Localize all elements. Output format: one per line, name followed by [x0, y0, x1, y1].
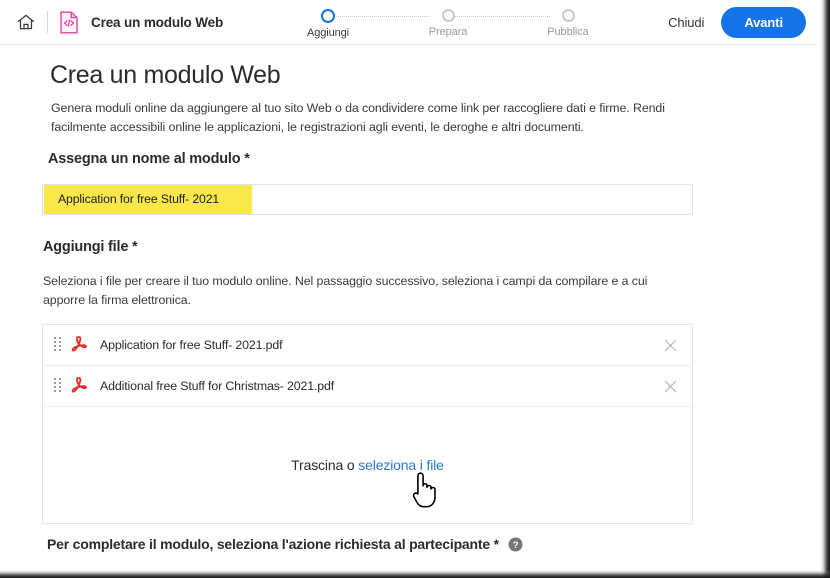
home-button[interactable] — [9, 5, 43, 39]
header-actions: Chiudi Avanti — [668, 0, 806, 45]
window-frame-right — [820, 0, 830, 578]
file-dropzone[interactable]: Trascina o seleziona i file — [43, 407, 692, 523]
file-list-item[interactable]: Application for free Stuff- 2021.pdf — [43, 325, 692, 366]
page-description: Genera moduli online da aggiungere al tu… — [51, 101, 665, 134]
pdf-icon — [70, 335, 88, 355]
add-files-description: Seleziona i file per creare il tuo modul… — [43, 274, 648, 307]
dropzone-label: Trascina o seleziona i file — [291, 457, 444, 473]
drag-handle-icon[interactable] — [52, 377, 62, 395]
step-dot-prepara — [441, 9, 455, 22]
add-files-label: Aggiungi file * — [43, 239, 138, 255]
help-circle-icon[interactable]: ? — [508, 537, 523, 552]
file-name: Additional free Stuff for Christmas- 202… — [100, 379, 335, 393]
close-button[interactable]: Chiudi — [668, 15, 704, 30]
page-title-header: Crea un modulo Web — [91, 14, 224, 30]
participant-action-text: Per completare il modulo, seleziona l'az… — [47, 536, 499, 552]
app-header: Crea un modulo Web Aggiungi Prepara Pubb… — [0, 0, 818, 45]
step-dot-pubblica — [561, 9, 575, 22]
remove-file-button[interactable] — [661, 336, 679, 354]
header-divider — [47, 11, 48, 33]
step-label-pubblica: Pubblica — [547, 26, 589, 38]
participant-action-label: Per completare il modulo, seleziona l'az… — [47, 536, 523, 552]
home-icon — [16, 12, 36, 32]
page-title: Crea un modulo Web — [50, 61, 281, 89]
create-web-form-window: Crea un modulo Web Aggiungi Prepara Pubb… — [0, 0, 830, 578]
step-dot-aggiungi — [321, 9, 335, 23]
file-name: Application for free Stuff- 2021.pdf — [100, 338, 283, 352]
web-form-code-icon — [58, 10, 80, 34]
file-list-item[interactable]: Additional free Stuff for Christmas- 202… — [43, 366, 692, 407]
remove-file-button[interactable] — [661, 377, 679, 395]
progress-stepper: Aggiungi Prepara Pubblica — [292, 4, 592, 45]
pdf-icon — [70, 376, 88, 396]
form-name-label: Assegna un nome al modulo * — [48, 151, 250, 167]
file-list-panel: Application for free Stuff- 2021.pdf Add… — [42, 324, 693, 524]
svg-text:?: ? — [513, 540, 519, 551]
form-name-input[interactable]: Application for free Stuff- 2021 — [42, 184, 693, 215]
step-pubblica[interactable]: Pubblica — [526, 4, 610, 38]
drag-handle-icon[interactable] — [52, 336, 62, 354]
step-label-prepara: Prepara — [428, 26, 468, 38]
step-label-aggiungi: Aggiungi — [306, 27, 349, 39]
step-aggiungi[interactable]: Aggiungi — [286, 4, 370, 39]
next-button[interactable]: Avanti — [721, 7, 806, 38]
dropzone-static-text: Trascina o — [291, 457, 359, 473]
select-files-link[interactable]: seleziona i file — [358, 457, 444, 473]
step-prepara[interactable]: Prepara — [406, 4, 490, 38]
form-name-value: Application for free Stuff- 2021 — [44, 185, 252, 214]
main-content: Crea un modulo Web Genera moduli online … — [0, 46, 818, 578]
